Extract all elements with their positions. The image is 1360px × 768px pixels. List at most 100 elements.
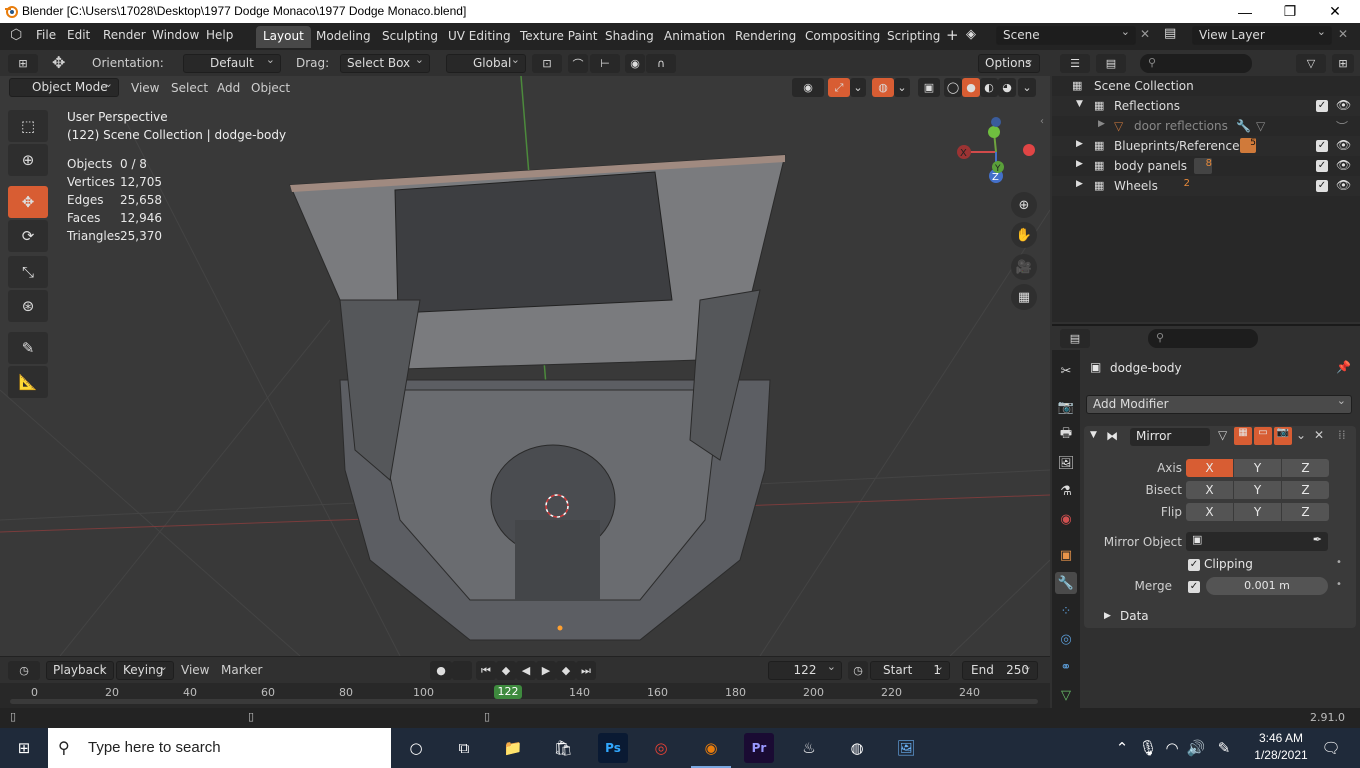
playback-menu[interactable]: Playback — [46, 660, 114, 680]
annotate-tool-icon[interactable]: ✎ — [8, 332, 48, 364]
modifier-name-field[interactable]: Mirror — [1130, 428, 1210, 446]
tab-animation[interactable]: Animation — [657, 26, 732, 48]
gizmo-options-icon[interactable]: ⌄ — [850, 78, 866, 97]
visibility-icon[interactable]: ◉ — [792, 78, 824, 97]
new-collection-icon[interactable]: ⊞ — [1332, 54, 1354, 73]
current-frame-field[interactable]: 122 — [768, 660, 842, 680]
keying-menu[interactable]: Keying — [116, 660, 174, 680]
modifier-tab-icon[interactable]: 🔧 — [1055, 572, 1077, 594]
menu-file[interactable]: File — [36, 28, 56, 42]
edit-mode-toggle-icon[interactable]: ▽ — [1218, 428, 1227, 442]
camera-view-icon[interactable]: 🎥 — [1011, 254, 1037, 280]
outliner-item[interactable]: ▶ ▦ body panels 8 ✓ 👁 — [1052, 156, 1360, 176]
cage-toggle-icon[interactable]: ▦ — [1234, 427, 1252, 445]
proportional-edit-icon[interactable]: ◉ — [625, 54, 645, 73]
properties-search-input[interactable]: ⚲ — [1148, 329, 1258, 348]
expand-right-icon[interactable]: ▶ — [1076, 179, 1083, 189]
data-tab-icon[interactable]: ▽ — [1055, 684, 1077, 706]
file-explorer-icon[interactable]: 📁 — [498, 733, 528, 763]
modifier-menu-icon[interactable]: ⌄ — [1296, 428, 1306, 442]
scene-tab-icon[interactable]: ⚗ — [1055, 480, 1077, 502]
outliner-item[interactable]: ▶ ▦ Wheels 2 ✓ 👁 — [1052, 176, 1360, 196]
sidebar-toggle-icon[interactable]: ‹ — [1040, 116, 1044, 127]
blender-menu-icon[interactable]: ⬡ — [10, 27, 22, 43]
exclude-checkbox[interactable]: ✓ — [1316, 180, 1328, 192]
options-dropdown[interactable]: Options — [978, 53, 1040, 73]
exclude-checkbox[interactable]: ✓ — [1316, 140, 1328, 152]
menu-render[interactable]: Render — [103, 28, 146, 42]
microphone-icon[interactable]: 🎙 — [1138, 733, 1158, 763]
expand-right-icon[interactable]: ▶ — [1076, 139, 1083, 149]
jump-end-icon[interactable]: ⏭ — [576, 661, 596, 680]
properties-editor-type-icon[interactable]: ▤ — [1060, 329, 1090, 348]
outliner-editor-type-icon[interactable]: ☰ — [1060, 54, 1090, 73]
clock-time[interactable]: 3:46 AM — [1252, 731, 1310, 745]
menu-window[interactable]: Window — [152, 28, 199, 42]
clipping-checkbox[interactable]: ✓ — [1188, 559, 1200, 571]
maximize-button[interactable]: ❐ — [1267, 0, 1313, 23]
flip-y-toggle[interactable]: Y — [1234, 503, 1281, 521]
measure-tool-icon[interactable]: 📐 — [8, 366, 48, 398]
expand-down-icon[interactable]: ▼ — [1076, 99, 1083, 109]
flip-z-toggle[interactable]: Z — [1282, 503, 1329, 521]
filter-icon[interactable]: ▽ — [1296, 54, 1326, 73]
tab-uv-editing[interactable]: UV Editing — [441, 26, 518, 48]
cursor-tool-icon[interactable]: ⊕ — [8, 144, 48, 176]
tab-scripting[interactable]: Scripting — [880, 26, 947, 48]
rotate-tool-icon[interactable]: ⟳ — [8, 220, 48, 252]
start-frame-field[interactable]: Start 1 — [870, 660, 950, 680]
menu-help[interactable]: Help — [206, 28, 233, 42]
rendered-shading-icon[interactable]: ◕ — [998, 78, 1016, 97]
view-layer-icon[interactable]: ▤ — [1164, 26, 1176, 41]
snap-icon[interactable]: ⌒ — [568, 54, 588, 73]
editor-type-icon[interactable]: ⊞ — [8, 54, 38, 73]
bisect-x-toggle[interactable]: X — [1186, 481, 1233, 499]
playhead[interactable]: 122 — [494, 685, 522, 699]
notifications-icon[interactable]: 🗨 — [1316, 733, 1346, 763]
tab-shading[interactable]: Shading — [598, 26, 661, 48]
material-shading-icon[interactable]: ◐ — [980, 78, 998, 97]
close-window-button[interactable]: ✕ — [1312, 0, 1358, 23]
task-view-icon[interactable]: ⧉ — [449, 733, 479, 763]
record-icon[interactable]: ● — [430, 661, 452, 680]
tab-compositing[interactable]: Compositing — [798, 26, 887, 48]
viewport-toggle-icon[interactable]: ▭ — [1254, 427, 1272, 445]
drag-handle-icon[interactable]: ⁞⁞ — [1338, 428, 1346, 442]
object-tab-icon[interactable]: ▣ — [1055, 544, 1077, 566]
menu-view[interactable]: View — [131, 81, 159, 95]
chrome-icon[interactable]: ◎ — [646, 733, 676, 763]
timeline-menu-view[interactable]: View — [181, 663, 209, 677]
eyedropper-icon[interactable]: ✒ — [1313, 533, 1322, 546]
minimize-button[interactable]: — — [1222, 0, 1268, 23]
eye-icon[interactable]: 👁 — [1336, 178, 1351, 192]
play-icon[interactable]: ▶ — [536, 661, 556, 680]
orientation-dropdown[interactable]: Default — [183, 53, 281, 73]
play-reverse-icon[interactable]: ◀ — [516, 661, 536, 680]
blender-taskbar-icon[interactable]: ◉ — [691, 733, 731, 768]
render-tab-icon[interactable]: 📷 — [1055, 396, 1077, 418]
outliner-item[interactable]: ▶ ▦ Blueprints/Reference 5 ✓ 👁 — [1052, 136, 1360, 156]
outliner-root[interactable]: ▦ Scene Collection — [1052, 76, 1360, 96]
remove-view-layer-icon[interactable]: ✕ — [1338, 27, 1348, 41]
preview-range-icon[interactable]: ◷ — [848, 661, 868, 680]
jump-keyframe-back-icon[interactable]: ◆ — [496, 661, 516, 680]
axis-y-toggle[interactable]: Y — [1234, 459, 1281, 477]
outliner-item[interactable]: ▼ ▦ Reflections ✓ 👁 — [1052, 96, 1360, 116]
timeline-editor-type-icon[interactable]: ◷ — [8, 661, 40, 680]
tray-chevron-icon[interactable]: ⌃ — [1112, 733, 1132, 763]
zoom-icon[interactable]: ⊕ — [1011, 192, 1037, 218]
eye-icon[interactable]: 👁 — [1336, 98, 1351, 112]
mirror-object-field[interactable]: ▣ ✒ — [1186, 532, 1328, 551]
eye-icon[interactable]: 👁 — [1336, 138, 1351, 152]
expand-right-icon[interactable]: ▶ — [1076, 159, 1083, 169]
cortana-icon[interactable]: ○ — [401, 733, 431, 763]
particles-tab-icon[interactable]: ⁘ — [1055, 600, 1077, 622]
add-workspace-icon[interactable]: + — [946, 26, 959, 44]
tool-tab-icon[interactable]: ✂ — [1055, 360, 1077, 382]
move-tool-button[interactable]: ✥ — [8, 186, 48, 218]
tab-sculpting[interactable]: Sculpting — [375, 26, 445, 48]
drag-dropdown[interactable]: Select Box — [340, 53, 430, 73]
scene-icon[interactable]: ◈ — [966, 27, 976, 42]
axis-x-toggle[interactable]: X — [1186, 459, 1233, 477]
premiere-icon[interactable]: Pr — [744, 733, 774, 763]
